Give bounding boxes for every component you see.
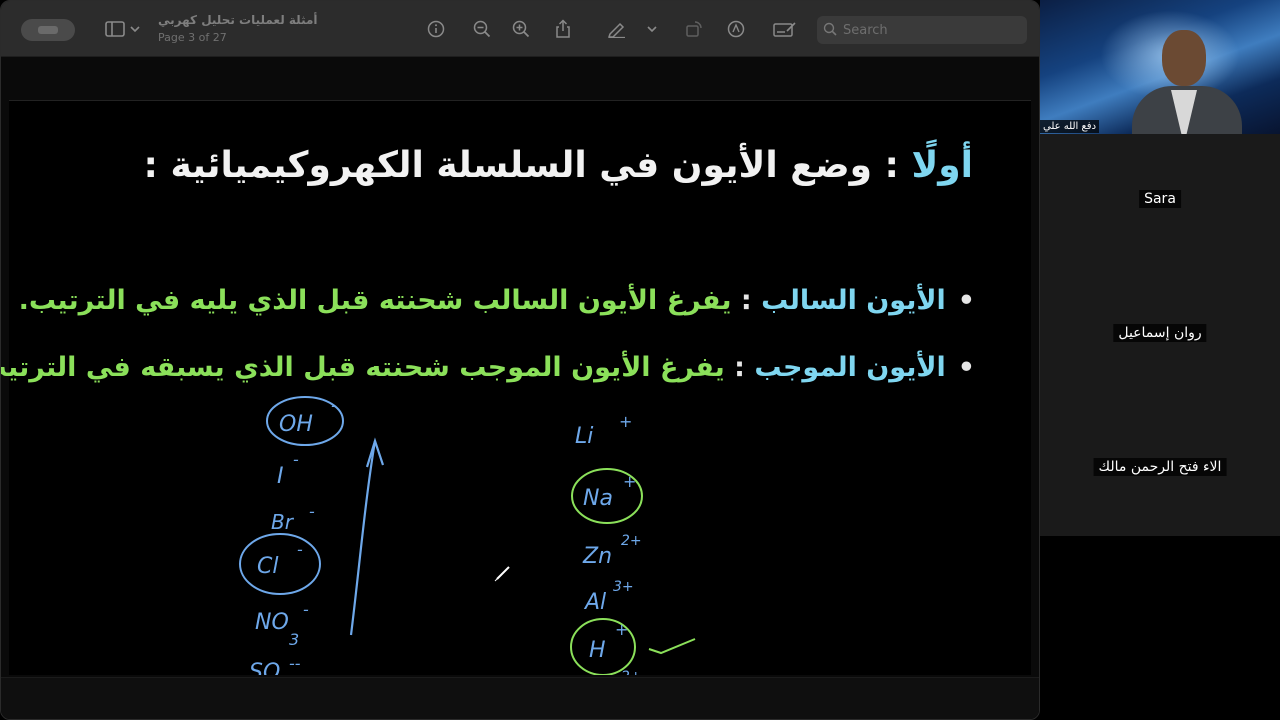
ink-i-charge: - [293, 450, 299, 469]
ink-no3-charge: - [303, 600, 309, 619]
ink-cl-charge: - [297, 540, 303, 559]
ink-al-charge: 3+ [613, 579, 634, 595]
chevron-down-icon[interactable] [645, 18, 659, 40]
ink-oh-charge: - [331, 396, 337, 415]
video-tile[interactable]: دفع الله علي [1040, 0, 1280, 134]
participant-name: Sara [1139, 190, 1181, 208]
ink-i: I [277, 464, 284, 489]
screen: أمثلة لعمليات تحليل كهربي Page 3 of 27 S… [0, 0, 1280, 720]
toolbar: أمثلة لعمليات تحليل كهربي Page 3 of 27 [1, 1, 1039, 57]
handwriting-layer: OH - I - Br - Cl - NO 3 - SO 4 [239, 396, 696, 675]
preview-window: أمثلة لعمليات تحليل كهربي Page 3 of 27 S… [0, 0, 1040, 720]
participant-name: دفع الله علي [1040, 120, 1100, 133]
bottom-margin [1, 677, 1039, 719]
info-icon[interactable] [425, 18, 447, 40]
ink-na: Na [583, 486, 613, 511]
zoom-in-icon[interactable] [510, 18, 532, 40]
participant-tile[interactable]: الاء فتح الرحمن مالك [1040, 402, 1280, 536]
sidebar-icon[interactable] [104, 18, 126, 40]
ink-li-charge: + [619, 412, 632, 431]
pen-cursor-icon [494, 566, 510, 582]
ink-so4: SO [249, 660, 280, 675]
search-field[interactable] [817, 16, 1027, 44]
ink-h-charge: + [615, 620, 628, 639]
search-input[interactable] [843, 20, 1018, 40]
participant-tile[interactable]: روان إسماعيل [1040, 268, 1280, 402]
ink-cl: Cl [257, 554, 278, 579]
circle-mark [239, 533, 321, 595]
chevron-down-icon[interactable] [128, 18, 142, 40]
participant-name: روان إسماعيل [1113, 324, 1207, 342]
form-icon[interactable] [772, 18, 798, 40]
annotate-icon[interactable] [725, 18, 747, 40]
check-mark [648, 638, 696, 655]
ink-cu-charge: 2+ [621, 669, 642, 675]
ink-li: Li [575, 424, 593, 449]
ink-br: Br [271, 510, 295, 534]
slide-page: أولًا : وضع الأيون في السلسلة الكهروكيمي… [1, 101, 1031, 675]
participant-tile[interactable]: Sara [1040, 134, 1280, 268]
ink-zn: Zn [582, 544, 612, 569]
search-icon [823, 22, 839, 38]
ink-arrow [349, 440, 377, 636]
ink-h: H [589, 638, 606, 663]
rotate-icon[interactable] [683, 18, 705, 40]
ink-na-charge: + [623, 472, 636, 491]
document-area[interactable]: أولًا : وضع الأيون في السلسلة الكهروكيمي… [1, 57, 1039, 719]
ink-zn-charge: 2+ [621, 533, 642, 549]
page-indicator: Page 3 of 27 [158, 31, 227, 44]
participants-panel: دفع الله علي Sara روان إسماعيل الاء فتح … [1040, 0, 1280, 720]
ink-no3: NO [255, 610, 289, 635]
share-icon[interactable] [552, 18, 574, 40]
ink-br-charge: - [309, 502, 315, 521]
ink-no3-sub: 3 [289, 630, 299, 649]
ink-oh: OH [279, 412, 313, 437]
ink-so4-charge: -- [289, 654, 301, 673]
person-head [1162, 30, 1206, 86]
zoom-out-icon[interactable] [471, 18, 493, 40]
document-title: أمثلة لعمليات تحليل كهربي [158, 13, 318, 27]
ink-al: Al [583, 590, 606, 615]
markup-pen-icon[interactable] [606, 18, 628, 40]
window-controls[interactable] [21, 19, 75, 41]
participant-name: الاء فتح الرحمن مالك [1093, 458, 1227, 476]
